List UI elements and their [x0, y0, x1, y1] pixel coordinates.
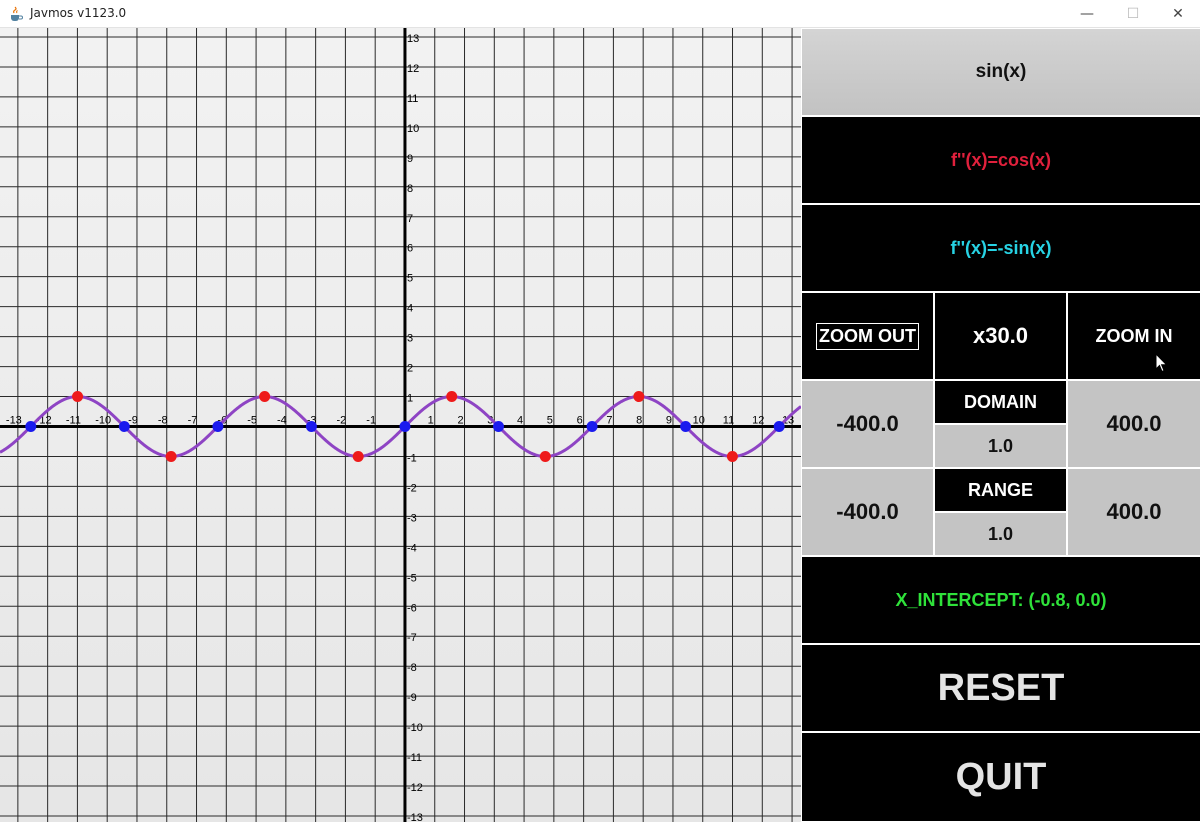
control-panel: sin(x) f''(x)=cos(x) f''(x)=-sin(x) ZOOM… — [801, 28, 1200, 822]
x-tick-label: 7 — [606, 414, 612, 426]
x-tick-label: -1 — [366, 414, 376, 426]
x-tick-label: -9 — [128, 414, 138, 426]
y-tick-label: 4 — [407, 303, 413, 315]
x-tick-label: -11 — [66, 414, 81, 426]
zoom-out-label: ZOOM OUT — [816, 322, 919, 350]
root-point[interactable] — [399, 420, 411, 432]
y-tick-label: 2 — [407, 363, 413, 375]
zoom-in-button[interactable]: ZOOM IN — [1068, 293, 1200, 379]
root-point[interactable] — [212, 420, 224, 432]
extremum-point[interactable] — [539, 450, 551, 462]
x-tick-label: 8 — [636, 414, 642, 426]
graph-area[interactable]: -13 -12 -11 -10 -9 -8 -7 -6 -5 -4 -3 -2 -1 1 2 3 4 5 6 7 8 9 1… — [0, 28, 801, 822]
x-tick-label: 1 — [428, 414, 434, 426]
second-derivative-display: f''(x)=-sin(x) — [802, 205, 1200, 291]
x-tick-label: -10 — [95, 414, 111, 426]
maximize-button[interactable]: ☐ — [1110, 0, 1156, 28]
minimize-button[interactable]: — — [1064, 0, 1110, 28]
range-label: RANGE — [935, 469, 1066, 511]
x-tick-label: 5 — [547, 414, 553, 426]
zoom-level-display: x30.0 — [935, 293, 1066, 379]
x-tick-label: -7 — [188, 414, 198, 426]
x-tick-label: 12 — [752, 414, 764, 426]
first-derivative-display: f''(x)=cos(x) — [802, 117, 1200, 203]
root-point[interactable] — [493, 420, 505, 432]
x-tick-label: 6 — [577, 414, 583, 426]
y-tick-label: -6 — [407, 602, 417, 614]
x-tick-label: 2 — [457, 414, 463, 426]
function-input[interactable]: sin(x) — [802, 29, 1200, 115]
y-tick-label: 5 — [407, 273, 413, 285]
extremum-point[interactable] — [633, 391, 645, 403]
x-tick-label: -13 — [6, 414, 22, 426]
root-point[interactable] — [25, 420, 37, 432]
zoom-out-button[interactable]: ZOOM OUT — [802, 293, 933, 379]
y-tick-label: 8 — [407, 183, 413, 195]
range-max-field[interactable]: 400.0 — [1068, 469, 1200, 555]
y-tick-label: -1 — [407, 452, 417, 464]
quit-button[interactable]: QUIT — [802, 733, 1200, 821]
y-tick-label: -11 — [407, 752, 422, 764]
y-tick-label: -5 — [407, 572, 417, 584]
x-tick-label: 11 — [723, 414, 734, 426]
y-tick-label: -7 — [407, 632, 417, 644]
y-tick-label: -10 — [407, 722, 423, 734]
y-tick-label: 3 — [407, 333, 413, 345]
window-title: Javmos v1123.0 — [30, 6, 127, 20]
reset-button[interactable]: RESET — [802, 645, 1200, 731]
x-tick-label: -8 — [158, 414, 168, 426]
mouse-cursor-icon — [1155, 353, 1168, 373]
x-tick-label: -4 — [277, 414, 287, 426]
x-tick-label: 4 — [517, 414, 523, 426]
y-tick-label: 7 — [407, 213, 413, 225]
extremum-point[interactable] — [446, 391, 458, 403]
x-tick-label: -5 — [247, 414, 257, 426]
y-tick-label: 13 — [407, 33, 419, 45]
extremum-point[interactable] — [165, 450, 177, 462]
x-tick-label: 9 — [666, 414, 672, 426]
range-step-field[interactable]: 1.0 — [935, 513, 1066, 555]
x-tick-label: 10 — [693, 414, 705, 426]
extremum-point[interactable] — [72, 391, 84, 403]
x-tick-label: -2 — [337, 414, 347, 426]
point-info-display: X_INTERCEPT: (-0.8, 0.0) — [802, 557, 1200, 643]
root-point[interactable] — [118, 420, 130, 432]
java-cup-icon — [11, 6, 23, 21]
y-tick-label: -13 — [407, 812, 423, 822]
range-min-field[interactable]: -400.0 — [802, 469, 933, 555]
extremum-point[interactable] — [259, 391, 271, 403]
extremum-point[interactable] — [726, 450, 738, 462]
graph-canvas[interactable]: -13 -12 -11 -10 -9 -8 -7 -6 -5 -4 -3 -2 -1 1 2 3 4 5 6 7 8 9 1… — [0, 28, 801, 822]
y-tick-label: 12 — [407, 63, 419, 75]
y-tick-label: -9 — [407, 692, 417, 704]
domain-label: DOMAIN — [935, 381, 1066, 423]
domain-max-field[interactable]: 400.0 — [1068, 381, 1200, 467]
y-tick-label: -4 — [407, 542, 417, 554]
y-tick-label: 6 — [407, 243, 413, 255]
root-point[interactable] — [680, 420, 692, 432]
root-point[interactable] — [773, 420, 785, 432]
domain-min-field[interactable]: -400.0 — [802, 381, 933, 467]
y-tick-label: -12 — [407, 782, 423, 794]
domain-step-field[interactable]: 1.0 — [935, 425, 1066, 467]
y-tick-label: 10 — [407, 123, 419, 135]
extremum-point[interactable] — [352, 450, 364, 462]
root-point[interactable] — [305, 420, 317, 432]
y-tick-label: -8 — [407, 662, 417, 674]
y-tick-label: 11 — [407, 93, 418, 105]
y-tick-label: -2 — [407, 482, 417, 494]
y-tick-label: 9 — [407, 153, 413, 165]
title-bar: Javmos v1123.0 — ☐ ✕ — [0, 0, 1200, 28]
y-tick-label: -3 — [407, 512, 417, 524]
y-tick-label: 1 — [407, 393, 413, 405]
root-point[interactable] — [586, 420, 598, 432]
close-button[interactable]: ✕ — [1155, 0, 1200, 28]
